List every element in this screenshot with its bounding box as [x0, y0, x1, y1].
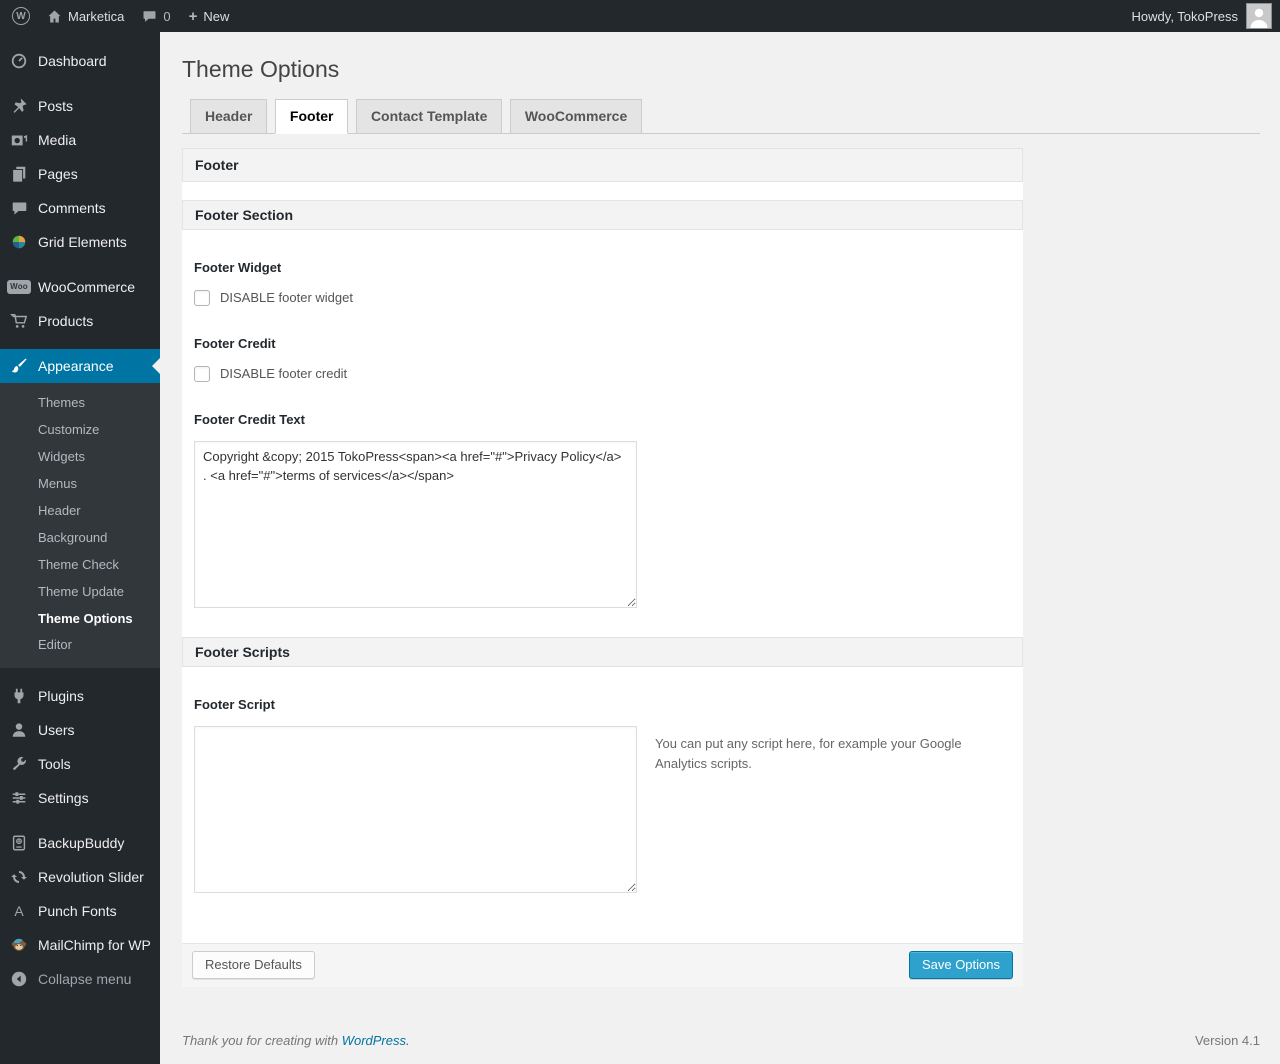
main-content: Theme Options Header Footer Contact Temp…	[160, 32, 1280, 1064]
sidebar-item-dashboard[interactable]: Dashboard	[0, 44, 160, 78]
admin-bar: W Marketica 0 + New Howdy, TokoPress	[0, 0, 1280, 32]
active-menu-arrow	[144, 358, 160, 374]
panel-footer: Restore Defaults Save Options	[182, 942, 1023, 987]
comment-bubble-icon	[12, 202, 26, 214]
submenu-item-themes[interactable]: Themes	[0, 390, 160, 417]
sidebar-item-users[interactable]: Users	[0, 713, 160, 747]
disable-footer-credit-checkbox[interactable]	[194, 365, 210, 382]
submenu-item-editor[interactable]: Editor	[0, 632, 160, 659]
panel-title: Footer	[182, 147, 1023, 182]
version-text: Version 4.1	[1194, 1032, 1260, 1048]
media-icon	[11, 135, 28, 146]
site-name: Marketica	[68, 8, 125, 24]
submenu-item-widgets[interactable]: Widgets	[0, 444, 160, 471]
sidebar-item-tools[interactable]: Tools	[0, 747, 160, 781]
admin-bar-new-menu[interactable]: + New	[180, 0, 239, 32]
page-footer: Thank you for creating with WordPress. V…	[182, 1033, 1260, 1048]
sidebar-item-plugins[interactable]: Plugins	[0, 679, 160, 713]
save-options-button[interactable]: Save Options	[908, 951, 1013, 980]
plug-icon	[14, 689, 24, 704]
footer-options-panel: Footer Footer Section Footer Widget DISA…	[182, 147, 1023, 987]
new-label: New	[203, 8, 230, 24]
cycle-arrows-icon	[11, 871, 27, 884]
footer-scripts-header: Footer Scripts	[182, 636, 1023, 667]
backup-drive-icon	[12, 835, 26, 851]
admin-bar-comments[interactable]: 0	[133, 0, 179, 32]
sidebar-item-woocommerce[interactable]: Woo WooCommerce	[0, 270, 160, 304]
wordpress-link[interactable]: WordPress.	[342, 1033, 410, 1048]
sidebar-item-posts[interactable]: Posts	[0, 89, 160, 123]
tab-woocommerce[interactable]: WooCommerce	[509, 98, 643, 134]
submenu-item-menus[interactable]: Menus	[0, 471, 160, 498]
sidebar-item-grid-elements[interactable]: Grid Elements	[0, 225, 160, 259]
sidebar-item-pages[interactable]: Pages	[0, 157, 160, 191]
tab-contact-template[interactable]: Contact Template	[355, 98, 503, 134]
woocommerce-badge-icon: Woo	[7, 280, 31, 294]
tab-header[interactable]: Header	[190, 98, 268, 134]
wordpress-logo-icon[interactable]: W	[0, 0, 38, 32]
wrench-icon	[12, 757, 26, 771]
thank-you-text: Thank you for creating with WordPress.	[182, 1032, 410, 1048]
footer-script-textarea[interactable]	[194, 725, 637, 893]
mailchimp-monkey-icon	[11, 939, 27, 952]
admin-bar-site-menu[interactable]: Marketica	[38, 0, 133, 32]
pushpin-icon	[13, 98, 27, 113]
user-icon	[12, 723, 26, 738]
sidebar-item-revolution-slider[interactable]: Revolution Slider	[0, 860, 160, 894]
avatar[interactable]	[1246, 3, 1272, 29]
cart-icon	[10, 313, 28, 328]
footer-section-header: Footer Section	[182, 199, 1023, 230]
restore-defaults-button[interactable]: Restore Defaults	[192, 951, 315, 980]
submenu-item-theme-options[interactable]: Theme Options	[0, 606, 160, 633]
dashboard-icon	[11, 53, 27, 69]
sidebar-item-collapse-menu[interactable]: Collapse menu	[0, 962, 160, 996]
collapse-arrow-icon	[11, 972, 27, 987]
sidebar-item-mailchimp[interactable]: MailChimp for WP	[0, 928, 160, 962]
disable-footer-credit-label[interactable]: DISABLE footer credit	[220, 366, 347, 381]
pages-icon	[13, 166, 26, 182]
person-silhouette-icon	[1250, 8, 1268, 28]
disable-footer-widget-label[interactable]: DISABLE footer widget	[220, 290, 353, 305]
theme-options-tabs: Header Footer Contact Template WooCommer…	[182, 98, 1260, 134]
footer-widget-label: Footer Widget	[194, 259, 282, 275]
grid-elements-pinwheel-icon	[12, 235, 26, 249]
appearance-submenu: Themes Customize Widgets Menus Header Ba…	[0, 383, 160, 669]
footer-credit-label: Footer Credit	[194, 335, 276, 351]
sidebar-item-punch-fonts[interactable]: A Punch Fonts	[0, 894, 160, 928]
sidebar-item-products[interactable]: Products	[0, 304, 160, 338]
brush-icon	[11, 358, 27, 373]
footer-credit-text-label: Footer Credit Text	[194, 411, 305, 427]
submenu-item-customize[interactable]: Customize	[0, 417, 160, 444]
admin-sidebar: Dashboard Posts Media Pages Comments Gri…	[0, 32, 160, 1064]
submenu-item-theme-check[interactable]: Theme Check	[0, 552, 160, 579]
plus-icon: +	[188, 7, 198, 25]
submenu-item-header[interactable]: Header	[0, 498, 160, 525]
sidebar-item-settings[interactable]: Settings	[0, 781, 160, 815]
disable-footer-widget-checkbox[interactable]	[194, 289, 210, 306]
letter-a-icon: A	[14, 903, 24, 920]
sidebar-item-comments[interactable]: Comments	[0, 191, 160, 225]
comment-count: 0	[163, 8, 171, 24]
home-icon	[48, 10, 61, 22]
footer-script-help-text: You can put any script here, for example…	[655, 735, 962, 771]
submenu-item-background[interactable]: Background	[0, 525, 160, 552]
howdy-account-menu[interactable]: Howdy, TokoPress	[1132, 9, 1238, 24]
submenu-item-theme-update[interactable]: Theme Update	[0, 579, 160, 606]
sidebar-item-media[interactable]: Media	[0, 123, 160, 157]
sidebar-item-backupbuddy[interactable]: BackupBuddy	[0, 826, 160, 860]
sidebar-item-appearance[interactable]: Appearance	[0, 349, 160, 383]
footer-credit-text-textarea[interactable]: Copyright &copy; 2015 TokoPress<span><a …	[194, 440, 637, 608]
page-title: Theme Options	[182, 56, 340, 82]
sliders-icon	[12, 792, 26, 804]
tab-footer[interactable]: Footer	[274, 98, 349, 134]
comment-bubble-icon	[143, 10, 156, 22]
footer-script-label: Footer Script	[194, 696, 275, 712]
